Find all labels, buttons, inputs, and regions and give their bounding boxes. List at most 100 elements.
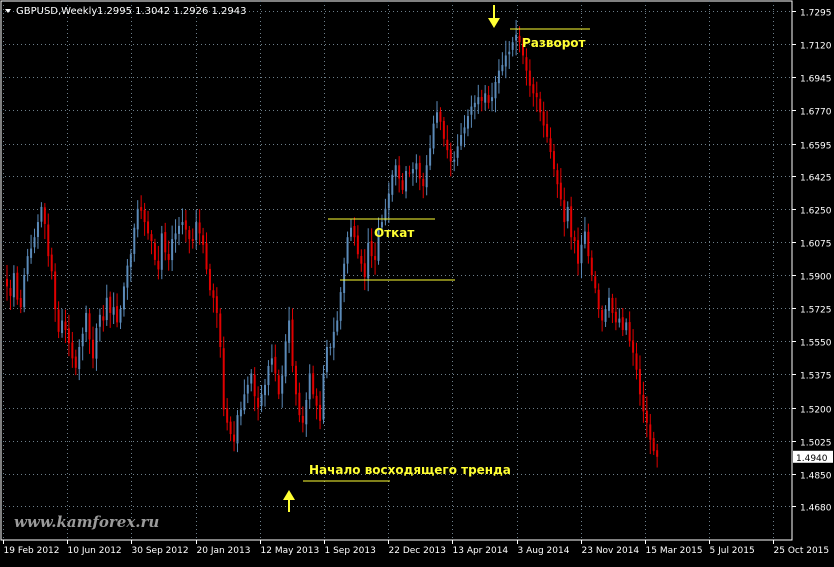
candle-body — [122, 286, 125, 310]
candle-body — [16, 272, 19, 300]
candle-body — [339, 292, 342, 321]
y-tick-label: 1.5900 — [800, 273, 832, 283]
y-tick-label: 1.5200 — [800, 406, 832, 416]
candle-body — [418, 162, 421, 179]
candle-body — [638, 368, 641, 395]
candle-body — [515, 34, 518, 41]
candle-body — [294, 365, 297, 395]
candle-body — [250, 373, 253, 384]
x-tick-label: 20 Jan 2013 — [197, 546, 251, 556]
y-tick-label: 1.5025 — [800, 439, 832, 449]
candle-body — [174, 233, 177, 240]
candle-body — [147, 221, 150, 234]
candle-body — [453, 159, 456, 162]
candle-body — [635, 353, 638, 370]
candle-body — [226, 408, 229, 423]
y-tick-label: 1.6595 — [800, 142, 832, 152]
candle-body — [539, 98, 542, 113]
candle-body — [508, 51, 511, 55]
x-tick-label: 5 Jul 2015 — [710, 546, 755, 556]
candle-body — [621, 317, 624, 330]
candle-body — [559, 182, 562, 200]
reversal-label: Разворот — [522, 36, 586, 50]
candle-body — [243, 394, 246, 411]
candle-body — [594, 276, 597, 289]
x-tick-label: 22 Dec 2013 — [389, 546, 447, 556]
candle-body — [98, 314, 101, 327]
candle-body — [460, 134, 463, 146]
candle-body — [632, 340, 635, 353]
chart-canvas[interactable]: 1.7295 1.7120 1.6945 1.6770 1.6595 1.6425 1.62… — [0, 0, 834, 562]
candle-body — [649, 424, 652, 440]
candle — [284, 334, 287, 384]
candle-body — [446, 139, 449, 151]
candle-body — [312, 373, 315, 395]
candle-body — [546, 123, 549, 137]
y-tick-label: 1.5550 — [800, 339, 832, 349]
candle-body — [208, 268, 211, 291]
candle-body — [181, 222, 184, 225]
candle-body — [153, 242, 156, 260]
candle-body — [260, 394, 263, 406]
candle-body — [133, 227, 136, 254]
candle-body — [119, 309, 122, 323]
candle-body — [456, 146, 459, 158]
candle-body — [253, 374, 256, 397]
candle-body — [518, 35, 521, 43]
candle-body — [143, 209, 146, 223]
y-tick-label: 1.5375 — [800, 372, 832, 382]
x-tick-label: 12 May 2013 — [261, 546, 320, 556]
candle-body — [604, 309, 607, 322]
candle-body — [642, 394, 645, 412]
candle-body — [150, 234, 153, 241]
candle-body — [257, 397, 260, 408]
candle-body — [432, 123, 435, 149]
candle-body — [387, 193, 390, 209]
candle-body — [466, 116, 469, 129]
x-tick-label: 3 Aug 2014 — [518, 546, 570, 556]
candle-body — [315, 395, 318, 406]
y-tick-label: 1.6770 — [800, 108, 832, 118]
candle-body — [40, 206, 43, 222]
candle-body — [408, 172, 411, 174]
candle-body — [415, 163, 418, 170]
candle-body — [353, 226, 356, 238]
candle-body — [126, 265, 129, 288]
candle-body — [628, 322, 631, 342]
candle-body — [573, 237, 576, 241]
candle-body — [583, 231, 586, 244]
candle-body — [136, 208, 139, 230]
x-tick-label: 15 Mar 2015 — [646, 546, 703, 556]
candle-body — [212, 290, 215, 298]
candle-body — [239, 409, 242, 417]
candle-body — [398, 165, 401, 179]
candle-body — [590, 257, 593, 276]
candle-body — [129, 254, 132, 268]
candle-body — [184, 220, 187, 230]
candle-body — [363, 263, 366, 277]
candle-body — [291, 319, 294, 366]
candle-body — [298, 392, 301, 416]
x-tick-label: 30 Sep 2012 — [132, 546, 189, 556]
candle-body — [78, 346, 81, 370]
candle-body — [167, 253, 170, 260]
candle-body — [178, 225, 180, 234]
candle-body — [329, 346, 332, 349]
candle-body — [391, 174, 394, 195]
candle-body — [112, 307, 115, 315]
y-tick-label: 1.7295 — [800, 9, 832, 19]
candle-body — [171, 239, 174, 261]
candle-body — [301, 415, 304, 423]
last-price-label: 1.4940 — [796, 454, 828, 464]
candle-body — [26, 256, 29, 275]
candle-body — [160, 233, 163, 270]
candle-body — [85, 312, 88, 333]
y-tick-label: 1.7120 — [800, 42, 832, 52]
candle-body — [401, 180, 404, 190]
candlestick-chart[interactable]: 1.7295 1.7120 1.6945 1.6770 1.6595 1.6425 1.62… — [0, 0, 834, 562]
candle-body — [81, 333, 84, 347]
candle-body — [88, 313, 91, 340]
candle-body — [23, 275, 26, 308]
candle-body — [202, 235, 205, 245]
candle-body — [429, 148, 432, 166]
